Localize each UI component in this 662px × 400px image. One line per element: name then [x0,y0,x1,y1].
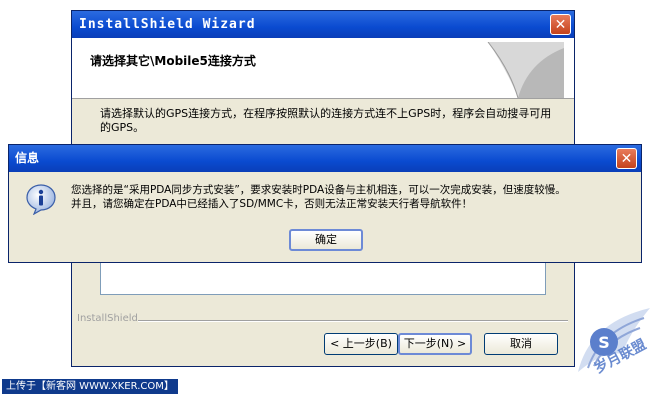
dialog-titlebar: 信息 [9,145,641,172]
wizard-header-panel: 请选择其它\Mobile5连接方式 [72,38,574,99]
uploader-caption: 上传于【新客网 WWW.XKER.COM】 [2,379,178,394]
cancel-button[interactable]: 取消 [484,333,558,355]
dialog-message-line-2: 并且，请您确定在PDA中已经插入了SD/MMC卡，否则无法正常安装天行者导航软件… [71,198,473,210]
wizard-titlebar: InstallShield Wizard [72,11,574,38]
info-dialog: 信息 ✕ 您选择的是“采用PDA同步方式安装”，要求安装时PDA设备与主机相连，… [8,144,642,263]
next-button[interactable]: 下一步(N) > [398,333,472,355]
info-icon [26,184,56,215]
svg-text:S: S [598,333,610,352]
wizard-description: 请选择默认的GPS连接方式，在程序按照默认的连接方式连不上GPS时，程序会自动搜… [100,107,552,134]
page-curl-graphic-icon [487,42,564,98]
dialog-close-button[interactable]: ✕ [616,148,637,169]
installshield-brand-label: InstallShield [77,313,138,324]
ok-button[interactable]: 确定 [289,229,363,251]
wizard-close-button[interactable]: ✕ [550,14,571,35]
divider [138,320,568,322]
back-button[interactable]: < 上一步(B) [324,333,398,355]
dialog-message: 您选择的是“采用PDA同步方式安装”，要求安装时PDA设备与主机相连，可以一次完… [71,183,641,211]
wizard-heading: 请选择其它\Mobile5连接方式 [90,54,256,68]
dialog-message-line-1: 您选择的是“采用PDA同步方式安装”，要求安装时PDA设备与主机相连，可以一次完… [71,184,566,196]
